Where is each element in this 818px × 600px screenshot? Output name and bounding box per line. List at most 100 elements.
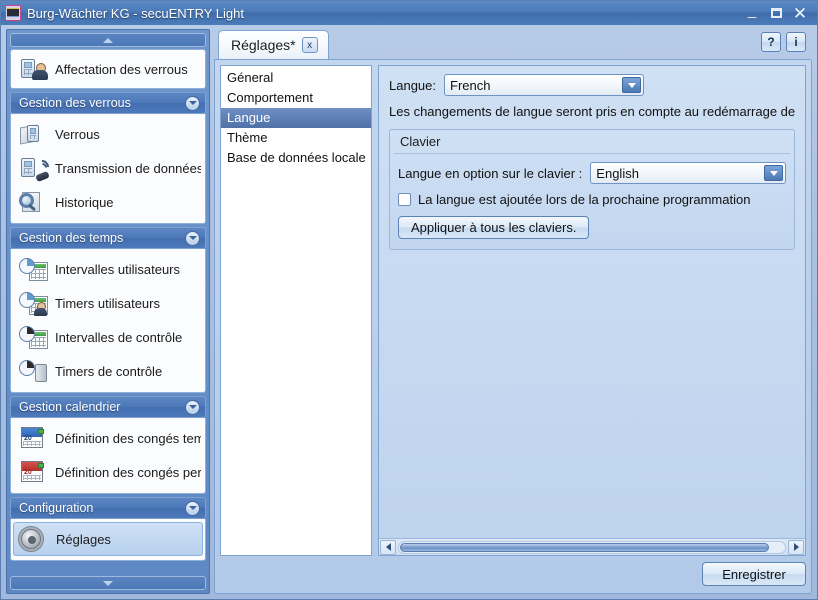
language-select[interactable]: French [444, 74, 644, 96]
chevron-down-icon[interactable] [185, 95, 200, 111]
sidebar-item-history[interactable]: Historique [11, 185, 205, 219]
language-select-value: French [450, 77, 491, 93]
keyboard-language-select-value: English [596, 165, 639, 181]
keyboard-language-label: Langue en option sur le clavier : [398, 165, 583, 181]
help-button[interactable]: ? [761, 32, 781, 52]
sidebar-item-label: Définition des congés perma [55, 464, 201, 480]
chevron-down-icon[interactable] [185, 399, 200, 415]
sidebar-item-label: Timers de contrôle [55, 363, 163, 379]
sidebar-item-control-intervals[interactable]: Intervalles de contrôle [11, 320, 205, 354]
app-icon [5, 5, 21, 21]
sidebar-item-user-intervals[interactable]: Intervalles utilisateurs [11, 252, 205, 286]
tab-footer: Enregistrer [220, 560, 806, 588]
sidebar-group-header-locks[interactable]: Gestion des verrous [10, 92, 206, 114]
sidebar-group-header-configuration[interactable]: Configuration [10, 497, 206, 519]
gear-icon [20, 526, 50, 552]
title-bar: Burg-Wächter KG - secuENTRY Light _ ✕ [1, 1, 817, 25]
sidebar-item-label: Intervalles de contrôle [55, 329, 183, 345]
calendar-permanent-icon: 20 [19, 459, 49, 485]
category-langue[interactable]: Langue [221, 108, 371, 128]
sidebar-item-label: Affectation des verrous [55, 61, 188, 77]
sidebar-group-header-times[interactable]: Gestion des temps [10, 227, 206, 249]
settings-pane: Langue: French Les changements de langue… [378, 65, 806, 556]
lock-icon [19, 121, 49, 147]
settings-pane-horizontal-scrollbar[interactable] [379, 538, 805, 555]
keyboard-groupbox-title: Clavier [394, 134, 790, 154]
tab-content: Géneral Comportement Langue Thème Base d… [220, 65, 806, 556]
minimize-button[interactable]: _ [741, 3, 763, 22]
sidebar-group-body-locks: Verrous Transmission de données Historiq… [10, 114, 206, 224]
scroll-left-button[interactable] [380, 539, 396, 555]
settings-category-list[interactable]: Géneral Comportement Langue Thème Base d… [220, 65, 372, 556]
history-icon [19, 189, 49, 215]
sidebar-group-locks: Gestion des verrous Verrous Transmission… [10, 92, 206, 224]
category-theme[interactable]: Thème [221, 128, 371, 148]
sidebar-scroll-down-button[interactable] [10, 576, 206, 590]
add-language-checkbox[interactable] [398, 193, 411, 206]
chevron-down-icon[interactable] [622, 77, 641, 93]
sidebar-top-panel: Affectation des verrous [10, 49, 206, 89]
sidebar-group-body-times: Intervalles utilisateurs Timers utilisat… [10, 249, 206, 393]
control-timers-icon [19, 358, 49, 384]
language-label: Langue: [389, 77, 436, 93]
sidebar-item-label: Transmission de données [55, 160, 201, 176]
sidebar-scroll-up-button[interactable] [10, 33, 206, 47]
control-intervals-icon [19, 324, 49, 350]
sidebar-item-temporary-holidays[interactable]: 20 Définition des congés tempo [11, 421, 205, 455]
tab-reglages[interactable]: Réglages* x [218, 30, 329, 59]
lock-assignment-icon [19, 56, 49, 82]
calendar-temporary-icon: 20 [19, 425, 49, 451]
scrollbar-track[interactable] [398, 540, 786, 554]
chevron-down-icon[interactable] [185, 230, 200, 246]
sidebar-group-calendar: Gestion calendrier 20 Définition des con… [10, 396, 206, 494]
sidebar-item-label: Verrous [55, 126, 100, 142]
apply-all-keyboards-button[interactable]: Appliquer à tous les claviers. [398, 216, 590, 239]
keyboard-language-row: Langue en option sur le clavier : Englis… [398, 162, 786, 184]
keyboard-language-select[interactable]: English [590, 162, 786, 184]
scroll-right-button[interactable] [788, 539, 804, 555]
sidebar-item-user-timers[interactable]: Timers utilisateurs [11, 286, 205, 320]
scrollbar-thumb[interactable] [400, 542, 769, 552]
chevron-up-icon [103, 37, 113, 43]
sidebar-group-header-calendar[interactable]: Gestion calendrier [10, 396, 206, 418]
sidebar: Affectation des verrous Gestion des verr… [6, 29, 210, 594]
close-button[interactable]: ✕ [789, 4, 811, 22]
save-button[interactable]: Enregistrer [702, 562, 806, 586]
chevron-down-icon [103, 580, 113, 586]
add-language-checkbox-label: La langue est ajoutée lors de la prochai… [418, 192, 751, 207]
sidebar-scroll-area: Affectation des verrous Gestion des verr… [10, 49, 206, 574]
sidebar-item-label: Historique [55, 194, 114, 210]
arrow-left-icon [385, 543, 391, 551]
tab-close-icon[interactable]: x [301, 37, 318, 53]
sidebar-item-label: Définition des congés tempo [55, 430, 201, 446]
main-area: Réglages* x ? i Géneral Comportement Lan… [214, 29, 812, 594]
sidebar-group-body-calendar: 20 Définition des congés tempo 20 Défini… [10, 418, 206, 494]
chevron-down-icon[interactable] [185, 500, 200, 516]
sidebar-item-data-transfer[interactable]: Transmission de données [11, 151, 205, 185]
settings-pane-content: Langue: French Les changements de langue… [379, 74, 805, 250]
window-body: Affectation des verrous Gestion des verr… [1, 25, 817, 599]
category-base-de-donnees-locale[interactable]: Base de données locale [221, 148, 371, 168]
sidebar-item-lock-assignment[interactable]: Affectation des verrous [11, 52, 205, 86]
sidebar-item-permanent-holidays[interactable]: 20 Définition des congés perma [11, 455, 205, 489]
help-button-group: ? i [761, 32, 806, 52]
chevron-down-icon[interactable] [764, 165, 783, 181]
tab-panel: Géneral Comportement Langue Thème Base d… [214, 59, 812, 594]
window-title: Burg-Wächter KG - secuENTRY Light [27, 5, 244, 21]
info-button[interactable]: i [786, 32, 806, 52]
add-language-checkbox-row[interactable]: La langue est ajoutée lors de la prochai… [398, 192, 786, 207]
user-timers-icon [19, 290, 49, 316]
language-row: Langue: French [389, 74, 795, 96]
sidebar-item-verrous[interactable]: Verrous [11, 117, 205, 151]
restart-hint: Les changements de langue seront pris en… [389, 104, 795, 119]
category-comportement[interactable]: Comportement [221, 88, 371, 108]
tab-strip: Réglages* x [214, 29, 812, 59]
sidebar-item-settings[interactable]: Réglages [13, 522, 203, 556]
sidebar-item-label: Timers utilisateurs [55, 295, 160, 311]
arrow-right-icon [793, 543, 799, 551]
sidebar-item-label: Réglages [56, 531, 111, 547]
maximize-button[interactable] [765, 4, 787, 22]
category-general[interactable]: Géneral [221, 68, 371, 88]
sidebar-item-control-timers[interactable]: Timers de contrôle [11, 354, 205, 388]
sidebar-item-label: Intervalles utilisateurs [55, 261, 180, 277]
